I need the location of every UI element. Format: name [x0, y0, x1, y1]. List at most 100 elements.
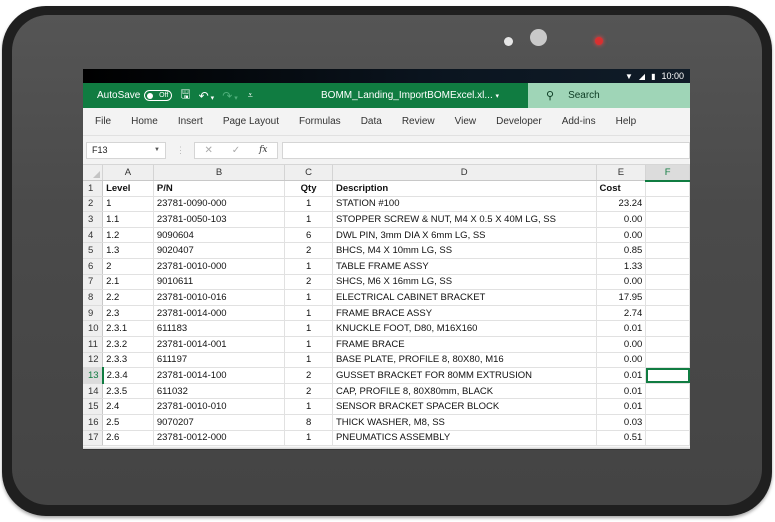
cell-level[interactable]: 2.3.4 — [102, 367, 154, 384]
row-number[interactable]: 10 — [83, 320, 104, 338]
cell-part-number[interactable]: 23781-0014-001 — [153, 336, 286, 353]
row-number[interactable]: 16 — [83, 414, 104, 431]
tab-formulas[interactable]: Formulas — [299, 116, 341, 127]
cell-part-number[interactable]: 9010611 — [153, 274, 286, 291]
autosave-control[interactable]: AutoSave Off — [97, 90, 173, 101]
cell-cost[interactable]: 0.01 — [596, 398, 647, 415]
cell-qty[interactable]: 8 — [284, 414, 333, 431]
cell-empty[interactable] — [645, 227, 690, 244]
cell-qty[interactable]: 1 — [284, 320, 333, 338]
cell-qty[interactable]: 1 — [284, 196, 333, 213]
cell-qty[interactable]: 1 — [284, 336, 333, 353]
cell-level[interactable]: 1.1 — [102, 211, 154, 228]
row-number[interactable]: 15 — [83, 398, 104, 415]
cell-description[interactable]: SENSOR BRACKET SPACER BLOCK — [332, 398, 597, 415]
row-number[interactable]: 7 — [83, 274, 104, 291]
cell-level[interactable]: 2.1 — [102, 274, 154, 291]
cell-level[interactable]: 2.5 — [102, 414, 154, 431]
cell-description[interactable]: STATION #100 — [332, 196, 597, 213]
cell-part-number[interactable]: 611183 — [153, 320, 286, 338]
cell-qty[interactable]: 1 — [284, 398, 333, 415]
row-number[interactable]: 1 — [83, 180, 104, 197]
cell-description[interactable]: STOPPER SCREW & NUT, M4 X 0.5 X 40M LG, … — [332, 211, 597, 228]
cell-cost[interactable]: 0.00 — [596, 352, 647, 369]
drag-handle-icon[interactable]: ⋮ — [176, 145, 185, 156]
active-cell[interactable] — [645, 367, 690, 384]
cell-level[interactable]: 2.3.3 — [102, 352, 154, 369]
column-header-f[interactable]: F — [645, 165, 690, 182]
cell-level[interactable]: 2 — [102, 258, 154, 275]
undo-dropdown-icon[interactable]: ▾ — [211, 95, 215, 102]
cell-cost[interactable]: 0.01 — [596, 320, 647, 338]
cell-empty[interactable] — [645, 398, 690, 415]
cell-part-number[interactable]: 9090604 — [153, 227, 286, 244]
cancel-icon[interactable]: ✕ — [204, 145, 212, 156]
row-number[interactable]: 4 — [83, 227, 104, 244]
cell-empty[interactable] — [645, 305, 690, 322]
cell-description[interactable]: TABLE FRAME ASSY — [332, 258, 597, 275]
cell-description[interactable]: THICK WASHER, M8, SS — [332, 414, 597, 431]
cell-level[interactable]: 1.3 — [102, 242, 154, 260]
row-number[interactable]: 3 — [83, 211, 104, 228]
cell-part-number[interactable]: 611197 — [153, 352, 286, 369]
cell-part-number[interactable]: 23781-0010-010 — [153, 398, 286, 415]
cell-part-number[interactable]: 23781-0014-000 — [153, 305, 286, 322]
cell-cost[interactable]: 0.00 — [596, 227, 647, 244]
save-icon[interactable]: 🖫 — [180, 85, 190, 106]
cell-cost[interactable]: 23.24 — [596, 196, 647, 213]
tab-help[interactable]: Help — [616, 116, 637, 127]
cell-description[interactable]: ELECTRICAL CABINET BRACKET — [332, 289, 597, 306]
cell-description[interactable]: GUSSET BRACKET FOR 80MM EXTRUSION — [332, 367, 597, 384]
cell-empty[interactable] — [645, 336, 690, 353]
cell-empty[interactable] — [645, 196, 690, 213]
cell-description[interactable]: Description — [332, 180, 597, 197]
cell-qty[interactable]: 2 — [284, 383, 333, 400]
cell-description[interactable]: PNEUMATICS ASSEMBLY — [332, 430, 597, 447]
cell-qty[interactable]: 1 — [284, 289, 333, 306]
enter-icon[interactable]: ✓ — [232, 145, 240, 156]
cell-cost[interactable]: 2.74 — [596, 305, 647, 322]
tab-insert[interactable]: Insert — [178, 116, 203, 127]
file-name-dropdown[interactable]: BOMM_Landing_ImportBOMExcel.xl... ▾ — [321, 90, 499, 101]
cell-description[interactable]: BHCS, M4 X 10mm LG, SS — [332, 242, 597, 260]
cell-part-number[interactable]: 23781-0010-016 — [153, 289, 286, 306]
cell-description[interactable]: CAP, PROFILE 8, 80X80mm, BLACK — [332, 383, 597, 400]
row-number[interactable]: 14 — [83, 383, 104, 400]
tab-data[interactable]: Data — [361, 116, 382, 127]
chevron-down-icon[interactable]: ▼ — [154, 147, 160, 153]
column-header-b[interactable]: B — [153, 165, 286, 182]
cell-level[interactable]: 2.6 — [102, 430, 154, 447]
cell-part-number[interactable]: P/N — [153, 180, 286, 197]
cell-part-number[interactable]: 9020407 — [153, 242, 286, 260]
cell-empty[interactable] — [645, 242, 690, 260]
tab-page-layout[interactable]: Page Layout — [223, 116, 279, 127]
redo-dropdown-icon[interactable]: ▾ — [234, 95, 238, 102]
cell-cost[interactable]: 1.33 — [596, 258, 647, 275]
cell-qty[interactable]: 1 — [284, 258, 333, 275]
insert-function-icon[interactable]: fx — [259, 145, 267, 155]
cell-description[interactable]: FRAME BRACE — [332, 336, 597, 353]
row-number[interactable]: 8 — [83, 289, 104, 306]
row-number[interactable]: 11 — [83, 336, 104, 353]
cell-cost[interactable]: 0.01 — [596, 383, 647, 400]
cell-cost[interactable]: 0.03 — [596, 414, 647, 431]
cell-level[interactable]: 2.3.1 — [102, 320, 154, 338]
cell-cost[interactable]: 0.00 — [596, 274, 647, 291]
cell-part-number[interactable]: 9070207 — [153, 414, 286, 431]
cell-qty[interactable]: 6 — [284, 227, 333, 244]
undo-icon[interactable]: ↶ ▾ — [199, 89, 215, 103]
autosave-toggle[interactable]: Off — [144, 90, 173, 101]
tab-add-ins[interactable]: Add-ins — [562, 116, 596, 127]
cell-part-number[interactable]: 23781-0050-103 — [153, 211, 286, 228]
column-header-c[interactable]: C — [284, 165, 333, 182]
cell-cost[interactable]: 0.01 — [596, 367, 647, 384]
cell-empty[interactable] — [645, 383, 690, 400]
cell-cost[interactable]: 0.51 — [596, 430, 647, 447]
cell-part-number[interactable]: 23781-0010-000 — [153, 258, 286, 275]
tab-view[interactable]: View — [455, 116, 477, 127]
cell-qty[interactable]: 2 — [284, 242, 333, 260]
tab-home[interactable]: Home — [131, 116, 158, 127]
cell-level[interactable]: 2.4 — [102, 398, 154, 415]
customize-toolbar-icon[interactable]: ⩡ — [248, 90, 253, 101]
cell-empty[interactable] — [645, 180, 690, 197]
